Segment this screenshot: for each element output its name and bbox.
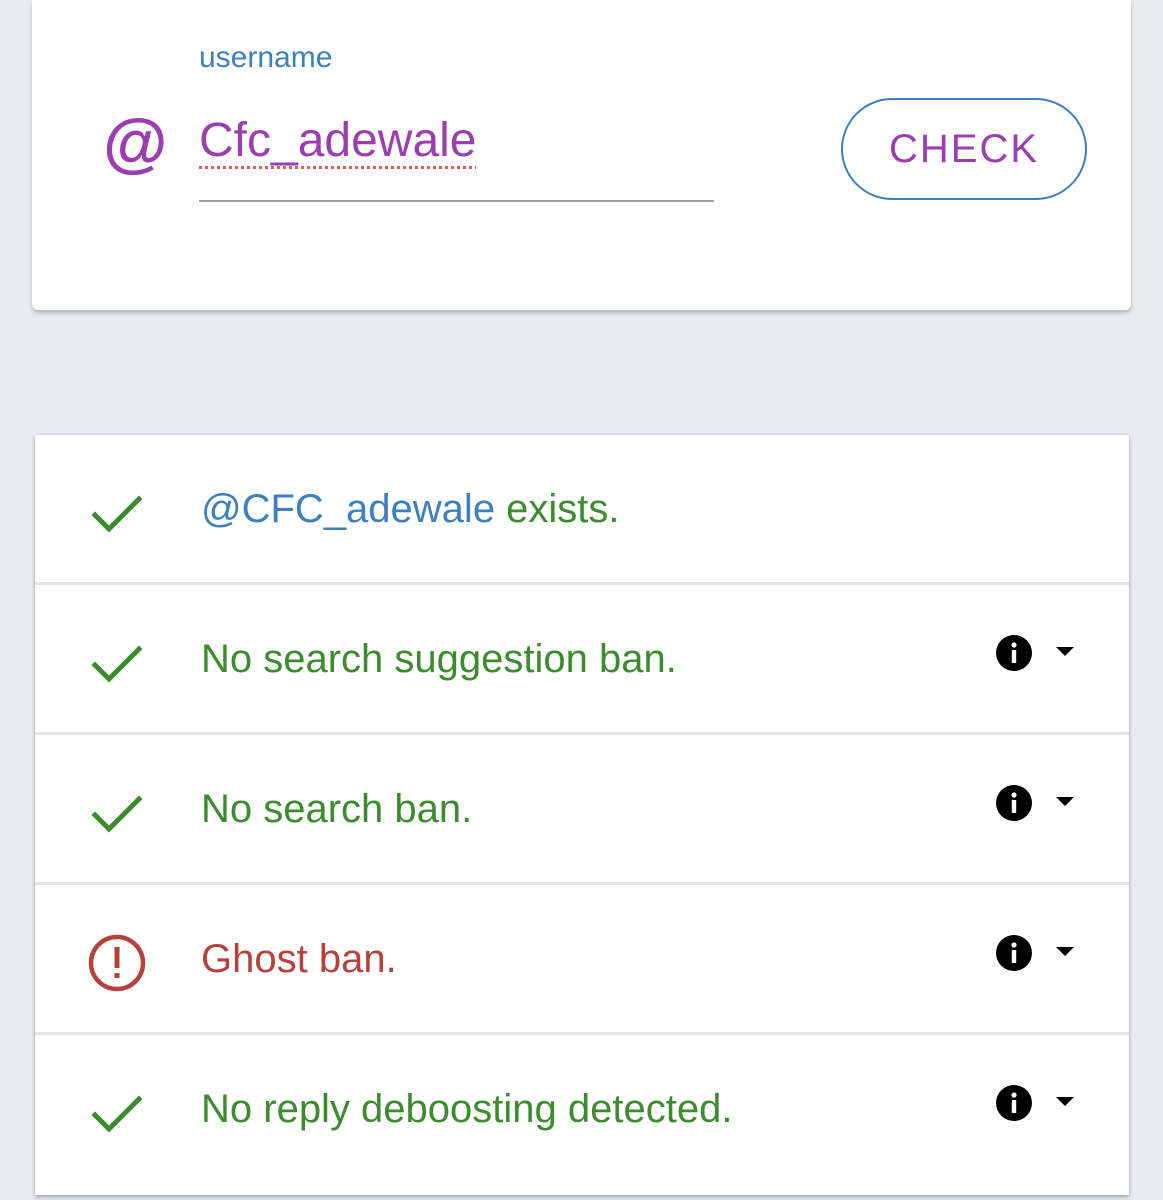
- username-value[interactable]: Cfc_adewale: [199, 112, 477, 170]
- result-text: Ghost ban.: [201, 937, 397, 981]
- result-text: No search ban.: [201, 787, 473, 831]
- info-icon[interactable]: [996, 1085, 1032, 1121]
- info-icon[interactable]: [996, 785, 1032, 821]
- alert-circle-icon: [88, 934, 146, 992]
- caret-down-icon[interactable]: [1056, 947, 1074, 957]
- at-sign-icon: @: [102, 106, 167, 180]
- username-card: username @ Cfc_adewale CHECK: [32, 0, 1131, 310]
- check-icon: [91, 795, 143, 833]
- result-text-suffix: exists.: [495, 487, 620, 531]
- caret-down-icon[interactable]: [1056, 647, 1074, 657]
- results-card: @CFC_adewale exists. No search suggestio…: [35, 435, 1129, 1195]
- check-icon: [91, 1095, 143, 1133]
- info-icon[interactable]: [996, 935, 1032, 971]
- username-link[interactable]: @CFC_adewale: [201, 487, 495, 531]
- result-row-ghost-ban[interactable]: Ghost ban.: [35, 885, 1129, 1035]
- result-text: No reply deboosting detected.: [201, 1087, 733, 1131]
- result-row-search-ban[interactable]: No search ban.: [35, 735, 1129, 885]
- info-icon[interactable]: [996, 635, 1032, 671]
- page: username @ Cfc_adewale CHECK @CFC_adewal…: [0, 0, 1163, 1200]
- caret-down-icon[interactable]: [1056, 1097, 1074, 1107]
- result-text: No search suggestion ban.: [201, 637, 677, 681]
- caret-down-icon[interactable]: [1056, 797, 1074, 807]
- result-text: @CFC_adewale exists.: [201, 485, 620, 533]
- check-icon: [91, 495, 143, 533]
- check-button[interactable]: CHECK: [841, 98, 1087, 200]
- check-icon: [91, 645, 143, 683]
- result-row-exists: @CFC_adewale exists.: [35, 435, 1129, 585]
- username-label: username: [199, 41, 333, 74]
- result-row-reply-deboosting[interactable]: No reply deboosting detected.: [35, 1035, 1129, 1193]
- username-input[interactable]: Cfc_adewale: [199, 108, 714, 202]
- result-row-search-suggestion-ban[interactable]: No search suggestion ban.: [35, 585, 1129, 735]
